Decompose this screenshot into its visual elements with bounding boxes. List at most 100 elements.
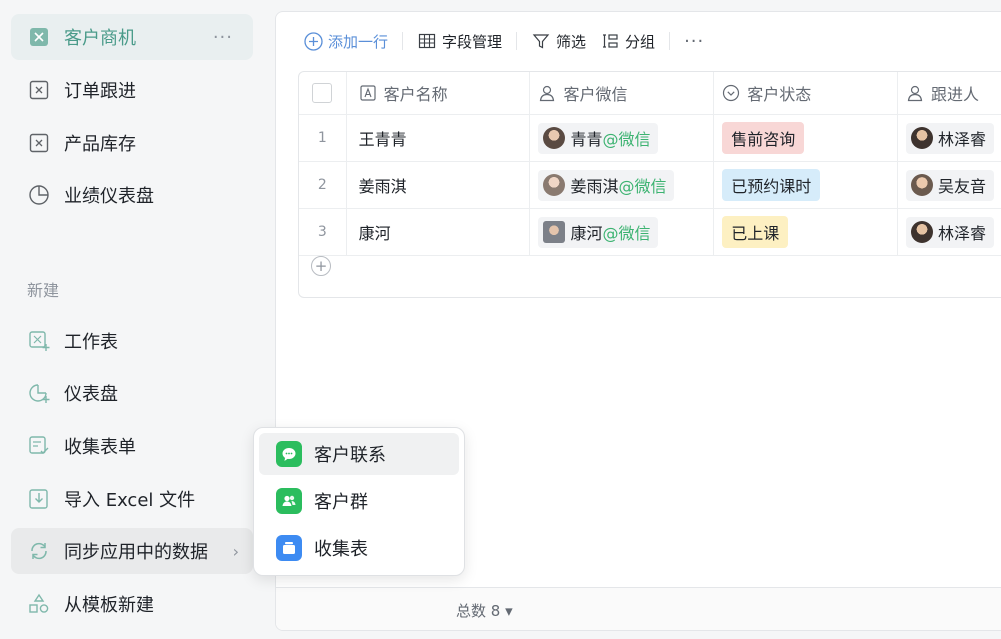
wechat-cell[interactable]: 青青 @微信 — [530, 115, 715, 161]
sidebar-item-label: 订单跟进 — [64, 81, 136, 102]
status-cell[interactable]: 售前咨询 — [714, 115, 898, 161]
sidebar-item-order-followup[interactable]: 订单跟进 — [11, 67, 253, 113]
owner-cell[interactable]: 吴友音 — [898, 162, 1001, 208]
filter-icon — [531, 31, 551, 51]
divider — [516, 32, 518, 50]
avatar — [910, 221, 933, 243]
table-row[interactable]: 2 姜雨淇 姜雨淇 @微信 已预约课时 吴友音 — [299, 162, 1001, 209]
create-item-label: 工作表 — [64, 332, 118, 353]
create-dashboard[interactable]: 仪表盘 — [11, 370, 253, 416]
create-item-label: 从模板新建 — [64, 595, 154, 616]
sync-submenu: 客户联系 客户群 收集表 — [253, 427, 465, 576]
column-header-status[interactable]: 客户状态 — [714, 72, 898, 114]
customer-name-cell[interactable]: 王青青 — [347, 115, 531, 161]
group-icon — [600, 31, 620, 51]
menu-item-label: 客户群 — [314, 492, 368, 513]
menu-item-collect-form[interactable]: 收集表 — [259, 527, 459, 569]
customer-name-cell[interactable]: 康河 — [347, 209, 531, 255]
wechat-cell[interactable]: 姜雨淇 @微信 — [530, 162, 715, 208]
chevron-right-icon: › — [232, 541, 239, 561]
status-cell[interactable]: 已预约课时 — [714, 162, 898, 208]
add-row-button[interactable]: 添加一行 — [303, 31, 388, 52]
table-footer: 总数 8 ▾ — [276, 587, 1001, 630]
header-select-cell — [299, 72, 347, 114]
filter-label: 筛选 — [556, 32, 587, 51]
template-icon — [27, 592, 51, 616]
avatar — [910, 174, 933, 196]
person-icon — [538, 84, 556, 102]
owner-chip[interactable]: 吴友音 — [905, 169, 994, 201]
owner-name: 林泽睿 — [937, 130, 986, 149]
select-all-checkbox[interactable] — [312, 83, 333, 103]
sidebar: 客户商机 ··· 订单跟进 产品库存 业绩仪表盘 新建 工作表 仪表盘 收集表单… — [0, 0, 262, 639]
more-icon[interactable]: ··· — [213, 27, 233, 48]
add-circle-icon — [303, 31, 323, 51]
data-table: 客户名称 客户微信 客户状态 跟进人 1 王青青 青青 @微信 售前咨询 林泽睿… — [298, 71, 1001, 298]
single-select-icon — [722, 84, 740, 102]
status-tag: 售前咨询 — [722, 122, 805, 154]
create-item-label: 导入 Excel 文件 — [64, 490, 196, 511]
wechat-cell[interactable]: 康河 @微信 — [530, 209, 715, 255]
sidebar-item-product-stock[interactable]: 产品库存 — [11, 120, 253, 166]
group-label: 分组 — [625, 32, 656, 51]
sidebar-item-performance-dashboard[interactable]: 业绩仪表盘 — [11, 172, 253, 218]
menu-item-customer-contact[interactable]: 客户联系 — [259, 433, 459, 475]
row-index: 2 — [299, 162, 347, 208]
owner-chip[interactable]: 林泽睿 — [905, 216, 994, 248]
total-count[interactable]: 总数 8 ▾ — [456, 600, 513, 621]
customer-name-cell[interactable]: 姜雨淇 — [347, 162, 531, 208]
column-header-label: 客户名称 — [383, 85, 448, 104]
wechat-contact-chip[interactable]: 姜雨淇 @微信 — [538, 169, 675, 201]
column-header-label: 客户微信 — [563, 85, 628, 104]
owner-chip[interactable]: 林泽睿 — [905, 122, 994, 154]
wechat-suffix: @微信 — [618, 177, 667, 196]
sync-icon — [27, 539, 51, 563]
owner-name: 吴友音 — [937, 177, 986, 196]
menu-item-label: 客户联系 — [314, 445, 386, 466]
field-manage-button[interactable]: 字段管理 — [417, 31, 502, 52]
row-index: 1 — [299, 115, 347, 161]
wechat-contact-chip[interactable]: 青青 @微信 — [538, 122, 659, 154]
owner-cell[interactable]: 林泽睿 — [898, 115, 1001, 161]
create-form[interactable]: 收集表单 — [11, 423, 253, 469]
pie-chart-icon — [27, 183, 51, 207]
wechat-contact-chip[interactable]: 康河 @微信 — [538, 216, 659, 248]
more-options-button[interactable]: ··· — [684, 31, 704, 52]
column-header-label: 客户状态 — [747, 85, 812, 104]
status-cell[interactable]: 已上课 — [714, 209, 898, 255]
column-header-customer-name[interactable]: 客户名称 — [347, 72, 531, 114]
wechat-name: 青青 — [570, 130, 603, 149]
new-sheet-icon — [27, 329, 51, 353]
sidebar-item-customer-opportunity[interactable]: 客户商机 ··· — [11, 14, 253, 60]
add-row-icon[interactable]: + — [311, 256, 331, 276]
menu-item-label: 收集表 — [314, 539, 368, 560]
new-dashboard-icon — [27, 381, 51, 405]
sheet-icon — [27, 78, 51, 102]
filter-button[interactable]: 筛选 — [531, 31, 586, 52]
import-excel[interactable]: 导入 Excel 文件 — [11, 476, 253, 522]
group-button[interactable]: 分组 — [600, 31, 655, 52]
collect-form-icon — [276, 535, 302, 561]
column-header-wechat[interactable]: 客户微信 — [530, 72, 715, 114]
toolbar: 添加一行 字段管理 筛选 分组 ··· — [276, 12, 1001, 70]
add-row[interactable]: + — [299, 256, 1001, 297]
text-field-icon — [359, 84, 377, 102]
avatar — [543, 174, 566, 196]
new-form-icon — [27, 434, 51, 458]
column-header-owner[interactable]: 跟进人 — [898, 72, 1001, 114]
owner-name: 林泽睿 — [937, 224, 986, 243]
table-row[interactable]: 3 康河 康河 @微信 已上课 林泽睿 — [299, 209, 1001, 256]
avatar — [543, 221, 566, 243]
create-worksheet[interactable]: 工作表 — [11, 318, 253, 364]
menu-item-customer-group[interactable]: 客户群 — [259, 480, 459, 522]
section-label-new: 新建 — [27, 281, 60, 300]
create-item-label: 仪表盘 — [64, 384, 118, 405]
divider — [402, 32, 404, 50]
sheet-icon — [27, 131, 51, 155]
customer-group-icon — [276, 488, 302, 514]
table-row[interactable]: 1 王青青 青青 @微信 售前咨询 林泽睿 — [299, 115, 1001, 162]
sync-app-data[interactable]: 同步应用中的数据 › — [11, 528, 253, 574]
create-item-label: 同步应用中的数据 — [64, 542, 208, 563]
create-from-template[interactable]: 从模板新建 — [11, 581, 253, 627]
owner-cell[interactable]: 林泽睿 — [898, 209, 1001, 255]
